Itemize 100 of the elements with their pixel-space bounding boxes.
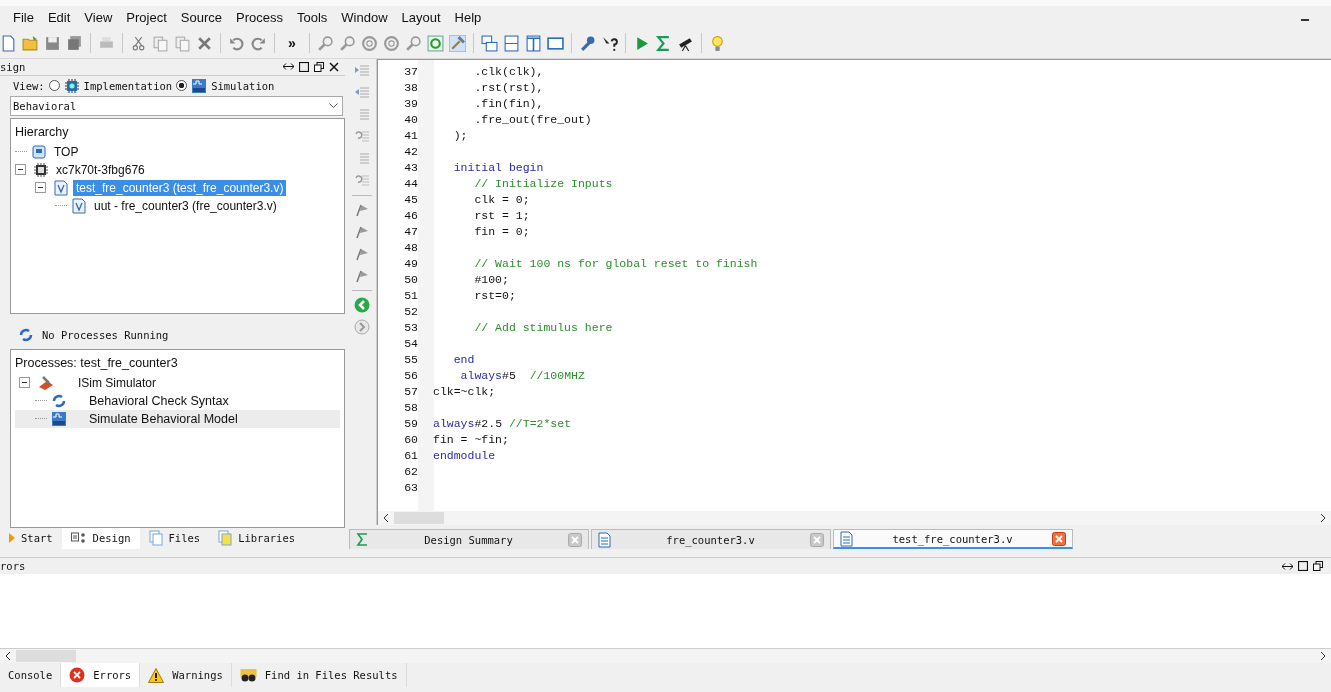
paste-icon[interactable] <box>174 34 191 52</box>
close-tab-icon[interactable] <box>810 532 824 547</box>
code-line: rst=0; <box>473 288 516 304</box>
close-tab-icon[interactable] <box>1052 531 1066 546</box>
code-line: fin = 0; <box>473 224 530 240</box>
folder-icon[interactable] <box>22 34 39 52</box>
wrench-icon[interactable] <box>578 34 596 52</box>
code-line: always#5 //100MHZ <box>459 368 585 384</box>
horizontal-scrollbar[interactable] <box>378 511 1331 525</box>
close-icon[interactable] <box>329 61 339 72</box>
verilog-file-icon <box>71 197 87 214</box>
cascade-windows-icon[interactable] <box>480 34 498 52</box>
lifebuoy-icon[interactable] <box>382 34 400 52</box>
restore-icon[interactable] <box>314 61 324 72</box>
line-number: 59 <box>404 416 418 432</box>
overflow-button[interactable]: » <box>282 35 302 51</box>
lifebuoy-icon[interactable] <box>360 34 378 52</box>
close-tab-icon[interactable] <box>568 532 582 547</box>
horizontal-scrollbar[interactable] <box>0 648 1331 663</box>
outdent-icon[interactable] <box>354 85 370 101</box>
float-icon[interactable] <box>1282 561 1293 571</box>
refresh-icon <box>51 392 67 409</box>
restore-icon[interactable] <box>1313 561 1323 571</box>
editor-tab[interactable]: fre_counter3.v <box>591 529 831 549</box>
editor-tab[interactable]: Design Summary <box>349 529 589 549</box>
zoom-out-icon[interactable] <box>338 34 356 52</box>
collapse-toggle[interactable] <box>19 377 30 389</box>
panel-tab[interactable]: Libraries <box>209 527 305 549</box>
view-dropdown[interactable]: Behavioral <box>10 95 343 116</box>
radio-button[interactable] <box>48 80 60 92</box>
scissors-icon[interactable] <box>130 34 147 52</box>
radio-label[interactable]: Simulation <box>211 79 275 92</box>
undo-icon[interactable] <box>354 173 370 189</box>
menu-item[interactable]: Process <box>229 7 290 27</box>
panel-tab[interactable]: Find in Files Results <box>231 663 407 687</box>
code-line: end <box>452 352 475 368</box>
panel-tab[interactable]: Start <box>0 527 62 549</box>
copy-icon[interactable] <box>152 34 169 52</box>
code-line: always#2.5 //T=2*set <box>433 416 572 432</box>
editor-tab[interactable]: test_fre_counter3.v <box>833 529 1073 549</box>
save-all-icon[interactable] <box>66 34 83 52</box>
document-icon <box>840 530 853 547</box>
collapse-toggle[interactable] <box>15 164 26 176</box>
menu-item[interactable]: Window <box>334 7 395 27</box>
tree-item[interactable]: ISim Simulator <box>75 374 160 391</box>
menu-item[interactable]: Help <box>447 7 489 27</box>
maximize-icon[interactable] <box>1298 561 1308 571</box>
scroll-right-icon[interactable] <box>1319 652 1327 660</box>
menu-item[interactable]: File <box>6 7 41 27</box>
tree-item[interactable]: xc7k70t-3fbg676 <box>53 161 148 178</box>
code-line: #100; <box>473 272 509 288</box>
menu-item[interactable]: Layout <box>394 7 448 27</box>
indent-icon[interactable] <box>354 63 370 79</box>
collapse-toggle[interactable] <box>35 182 46 194</box>
line-number: 62 <box>404 464 418 480</box>
menu-item[interactable]: View <box>77 7 120 27</box>
line-number: 39 <box>404 96 418 112</box>
menu-item[interactable]: Tools <box>289 7 335 27</box>
scroll-right-icon[interactable] <box>1319 514 1327 522</box>
panel-tab[interactable]: Errors <box>61 663 141 687</box>
new-file-icon[interactable] <box>0 34 17 52</box>
magnifier-icon[interactable] <box>404 34 422 52</box>
bookmark-flag-icon[interactable] <box>354 246 370 262</box>
scroll-left-icon[interactable] <box>4 652 12 660</box>
scrollbar-thumb[interactable] <box>394 512 444 524</box>
hammer-icon[interactable] <box>448 34 466 52</box>
tile-vertical-icon[interactable] <box>524 34 542 52</box>
radio-label[interactable]: Implementation <box>83 79 173 92</box>
process-status: No Processes Running <box>42 329 169 342</box>
bookmark-flag-icon[interactable] <box>354 268 370 284</box>
process-row[interactable]: Simulate Behavioral Model <box>15 409 340 428</box>
window-icon[interactable] <box>546 34 564 52</box>
refresh-icon[interactable] <box>426 34 444 52</box>
code-line: clk=~clk; <box>433 384 496 400</box>
undo-icon[interactable] <box>354 129 370 145</box>
panel-tab[interactable]: Design <box>61 527 140 549</box>
help-icon[interactable] <box>600 34 618 52</box>
pane-heading: Hierarchy <box>15 124 69 139</box>
panel-tab[interactable]: Warnings <box>140 663 232 687</box>
tree-item[interactable]: TOP <box>51 143 82 160</box>
save-icon[interactable] <box>44 34 61 52</box>
radio-button[interactable] <box>176 80 188 92</box>
code-line: // Add stimulus here <box>473 320 613 336</box>
menu-item[interactable]: Source <box>173 7 229 27</box>
scrollbar-thumb[interactable] <box>16 650 76 662</box>
tile-horizontal-icon[interactable] <box>502 34 520 52</box>
zoom-in-icon[interactable] <box>316 34 334 52</box>
bookmark-flag-icon[interactable] <box>354 202 370 218</box>
process-row[interactable]: Behavioral Check Syntax <box>15 391 340 410</box>
bookmark-flag-icon[interactable] <box>354 224 370 240</box>
pane-heading: Processes: test_fre_counter3 <box>15 355 178 370</box>
scroll-left-icon[interactable] <box>382 514 390 522</box>
line-number: 45 <box>404 192 418 208</box>
menu-item[interactable]: Edit <box>40 7 78 27</box>
float-icon[interactable] <box>283 62 294 72</box>
panel-tab[interactable]: Files <box>139 527 210 549</box>
tree-item[interactable]: uut - fre_counter3 (fre_counter3.v) <box>91 197 280 214</box>
menu-item[interactable]: Project <box>119 7 174 27</box>
maximize-icon[interactable] <box>299 61 309 72</box>
sigma-icon <box>356 533 369 546</box>
